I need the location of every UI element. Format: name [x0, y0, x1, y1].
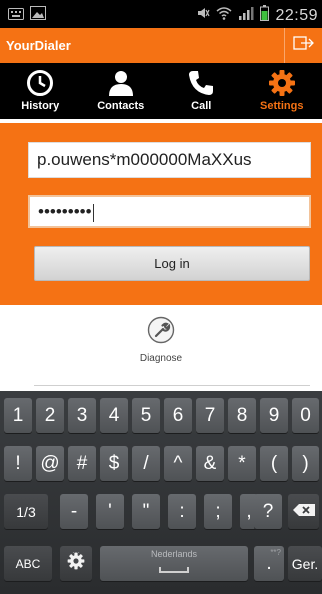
key-7[interactable]: 7 [196, 398, 224, 433]
space-bar-icon [159, 567, 189, 573]
key-1[interactable]: 1 [4, 398, 32, 433]
key-0[interactable]: 0 [292, 398, 319, 433]
wifi-icon [216, 6, 232, 25]
key-apostrophe[interactable]: ' [96, 494, 124, 529]
username-value: p.ouwens*m000000MaXXus [37, 150, 252, 169]
login-button-label: Log in [154, 256, 190, 271]
key-caret[interactable]: ^ [164, 446, 192, 481]
key-5[interactable]: 5 [132, 398, 160, 433]
tab-history[interactable]: History [0, 63, 81, 119]
key-2[interactable]: 2 [36, 398, 64, 433]
key-quote[interactable]: " [132, 494, 160, 529]
tab-contacts[interactable]: Contacts [81, 63, 162, 119]
username-field[interactable]: p.ouwens*m000000MaXXus [28, 142, 311, 178]
tab-settings-label: Settings [260, 100, 304, 112]
key-period-sub: **? [270, 548, 281, 557]
app-title: YourDialer [6, 38, 71, 53]
key-9[interactable]: 9 [260, 398, 288, 433]
screen: 22:59 YourDialer History Contacts Call S… [0, 0, 322, 594]
space-key-language: Nederlands [150, 549, 198, 559]
tab-history-label: History [21, 100, 60, 112]
phone-icon [187, 69, 215, 97]
clock-icon [26, 69, 54, 97]
status-right-icons: 22:59 [196, 5, 318, 26]
gear-icon [268, 69, 296, 97]
key-dollar[interactable]: $ [100, 446, 128, 481]
space-key[interactable]: Nederlands [100, 546, 248, 581]
logout-icon [292, 34, 315, 57]
key-semicolon[interactable]: ; [204, 494, 232, 529]
backspace-icon [292, 501, 316, 523]
password-field[interactable]: ••••••••• [28, 195, 311, 228]
key-at[interactable]: @ [36, 446, 64, 481]
keyboard-notification-icon [8, 7, 24, 25]
key-3[interactable]: 3 [68, 398, 96, 433]
key-4[interactable]: 4 [100, 398, 128, 433]
key-settings-dots: ··· [72, 548, 80, 557]
status-time: 22:59 [275, 6, 318, 24]
divider [34, 385, 310, 386]
tab-settings[interactable]: Settings [242, 63, 322, 119]
diagnose-label: Diagnose [139, 353, 183, 364]
go-key[interactable]: Ger. [288, 546, 322, 581]
key-open-paren[interactable]: ( [260, 446, 288, 481]
key-asterisk[interactable]: * [228, 446, 256, 481]
logout-button[interactable] [284, 28, 322, 63]
login-panel: p.ouwens*m000000MaXXus ••••••••• Log in [0, 123, 322, 305]
key-question[interactable]: ? [254, 494, 282, 529]
key-settings[interactable]: ··· [60, 546, 92, 581]
password-value: ••••••••• [38, 202, 92, 221]
key-period[interactable]: **? . [254, 546, 284, 581]
key-hash[interactable]: # [68, 446, 96, 481]
app-bar: YourDialer [0, 28, 322, 63]
key-ampersand[interactable]: & [196, 446, 224, 481]
key-colon[interactable]: : [168, 494, 196, 529]
key-8[interactable]: 8 [228, 398, 256, 433]
tab-call[interactable]: Call [161, 63, 242, 119]
battery-icon [260, 5, 270, 26]
status-left-icons [8, 6, 46, 25]
wrench-icon [147, 316, 175, 349]
tab-contacts-label: Contacts [97, 100, 145, 112]
text-caret [92, 203, 94, 222]
login-button[interactable]: Log in [34, 246, 310, 281]
signal-icon [238, 6, 254, 25]
backspace-key[interactable] [288, 494, 319, 529]
on-screen-keyboard: 1 2 3 4 5 6 7 8 9 0 ! @ # $ / ^ & * ( ) … [0, 391, 322, 594]
status-bar: 22:59 [0, 0, 322, 28]
mute-icon [196, 6, 210, 25]
key-abc[interactable]: ABC [4, 546, 52, 581]
tab-call-label: Call [191, 100, 212, 112]
key-slash[interactable]: / [132, 446, 160, 481]
key-page-1-3[interactable]: 1/3 [4, 494, 48, 529]
image-notification-icon [30, 6, 46, 25]
person-icon [107, 69, 135, 97]
tab-bar: History Contacts Call Settings [0, 63, 322, 119]
key-6[interactable]: 6 [164, 398, 192, 433]
key-exclamation[interactable]: ! [4, 446, 32, 481]
key-close-paren[interactable]: ) [292, 446, 319, 481]
diagnose-button[interactable]: Diagnose [121, 316, 201, 376]
key-dash[interactable]: - [60, 494, 88, 529]
